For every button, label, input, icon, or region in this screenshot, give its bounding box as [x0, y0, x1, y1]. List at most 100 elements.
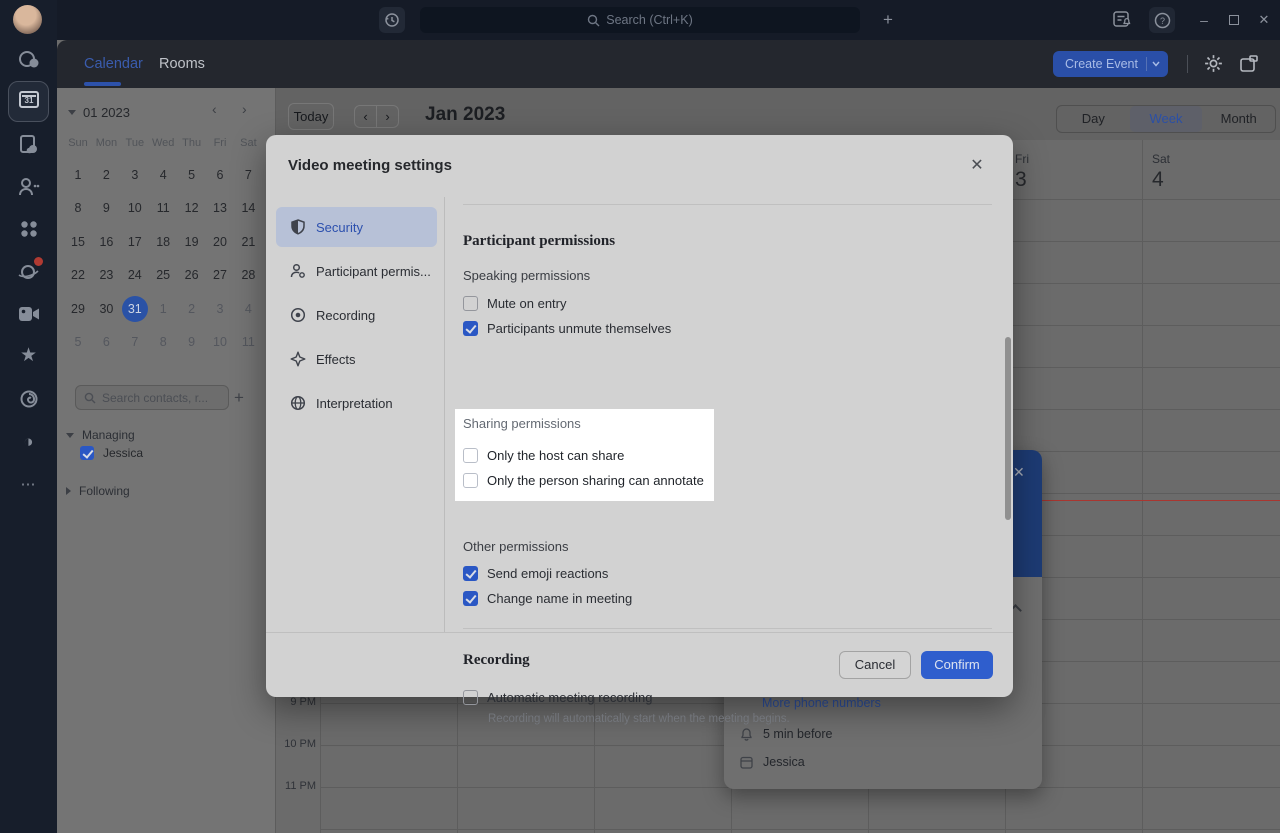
- date-cell[interactable]: 7: [234, 162, 262, 188]
- view-day[interactable]: Day: [1057, 106, 1130, 132]
- modal-nav-effects[interactable]: Effects: [276, 339, 437, 379]
- date-cell[interactable]: 12: [178, 195, 206, 221]
- date-cell[interactable]: 5: [64, 329, 92, 355]
- date-cell[interactable]: 30: [92, 296, 120, 322]
- popup-close-icon[interactable]: ✕: [1013, 464, 1025, 481]
- add-calendar-button[interactable]: +: [234, 388, 244, 408]
- jessica-checkbox[interactable]: [80, 446, 94, 460]
- more-phone-numbers-link[interactable]: More phone numbers: [762, 696, 881, 710]
- view-month[interactable]: Month: [1202, 106, 1275, 132]
- date-cell[interactable]: 3: [121, 162, 149, 188]
- global-search-input[interactable]: Search (Ctrl+K): [420, 7, 860, 33]
- modal-close-icon[interactable]: ✕: [966, 155, 988, 177]
- date-cell[interactable]: 11: [149, 195, 177, 221]
- help-button[interactable]: ?: [1149, 7, 1175, 33]
- only-the-person-sharing-can-annotate-checkbox[interactable]: [463, 473, 478, 488]
- create-event-button[interactable]: Create Event: [1053, 51, 1168, 77]
- date-cell[interactable]: 18: [149, 229, 177, 255]
- date-cell[interactable]: 25: [149, 262, 177, 288]
- tab-rooms[interactable]: Rooms: [159, 40, 205, 84]
- date-cell[interactable]: 27: [206, 262, 234, 288]
- selected-date[interactable]: 31: [122, 296, 148, 322]
- date-cell[interactable]: 7: [121, 329, 149, 355]
- date-cell[interactable]: 26: [178, 262, 206, 288]
- modal-nav-interpretation[interactable]: Interpretation: [276, 383, 437, 423]
- confirm-button[interactable]: Confirm: [921, 651, 993, 679]
- modal-nav-participant-permis-[interactable]: Participant permis...: [276, 251, 437, 291]
- close-icon[interactable]: ✕: [1250, 0, 1278, 40]
- date-cell[interactable]: 1: [64, 162, 92, 188]
- date-cell[interactable]: 6: [92, 329, 120, 355]
- date-cell[interactable]: 10: [206, 329, 234, 355]
- chevron-down-icon[interactable]: [1147, 60, 1165, 68]
- date-cell[interactable]: 21: [234, 229, 262, 255]
- side-panel-icon[interactable]: [1240, 55, 1258, 72]
- date-cell[interactable]: 23: [92, 262, 120, 288]
- group-following[interactable]: Following: [66, 484, 130, 498]
- history-button[interactable]: [379, 7, 405, 33]
- moments-icon[interactable]: [0, 256, 57, 286]
- participants-unmute-themselves-checkbox[interactable]: [463, 321, 478, 336]
- plus-icon[interactable]: +: [872, 0, 904, 40]
- date-cell[interactable]: 8: [149, 329, 177, 355]
- date-cell[interactable]: 31: [121, 296, 149, 322]
- workplace-icon[interactable]: [0, 214, 57, 244]
- date-cell[interactable]: 6: [206, 162, 234, 188]
- video-icon[interactable]: [0, 299, 57, 329]
- meetings-icon[interactable]: [0, 384, 57, 414]
- messenger-icon[interactable]: [0, 45, 57, 75]
- settings-gear-icon[interactable]: [1203, 53, 1224, 74]
- sidebar-item-calendar[interactable]: 31: [8, 81, 49, 122]
- today-button[interactable]: Today: [288, 103, 334, 130]
- cancel-button[interactable]: Cancel: [839, 651, 911, 679]
- contacts-icon[interactable]: [0, 172, 57, 202]
- date-cell[interactable]: 20: [206, 229, 234, 255]
- group-managing[interactable]: Managing: [66, 428, 135, 442]
- date-cell[interactable]: 10: [121, 195, 149, 221]
- date-cell[interactable]: 19: [178, 229, 206, 255]
- favorites-icon[interactable]: ★: [0, 341, 57, 371]
- date-cell[interactable]: 22: [64, 262, 92, 288]
- prev-week-button[interactable]: ‹: [355, 106, 377, 127]
- month-picker[interactable]: 01 2023: [68, 105, 130, 120]
- mute-on-entry-checkbox[interactable]: [463, 296, 478, 311]
- date-cell[interactable]: 15: [64, 229, 92, 255]
- date-cell[interactable]: 8: [64, 195, 92, 221]
- maximize-icon[interactable]: [1229, 15, 1239, 25]
- date-cell[interactable]: 5: [178, 162, 206, 188]
- announcement-icon[interactable]: [1113, 11, 1132, 29]
- date-cell[interactable]: 2: [178, 296, 206, 322]
- more-icon[interactable]: ⋯: [0, 470, 57, 500]
- only-the-host-can-share-checkbox[interactable]: [463, 448, 478, 463]
- date-cell[interactable]: 9: [178, 329, 206, 355]
- theme-icon[interactable]: ◑: [0, 427, 57, 457]
- date-cell[interactable]: 29: [64, 296, 92, 322]
- send-emoji-reactions-checkbox[interactable]: [463, 566, 478, 581]
- date-cell[interactable]: 2: [92, 162, 120, 188]
- date-cell[interactable]: 28: [234, 262, 262, 288]
- date-cell[interactable]: 9: [92, 195, 120, 221]
- date-cell[interactable]: 1: [149, 296, 177, 322]
- modal-scrollbar[interactable]: [1005, 337, 1011, 520]
- date-cell[interactable]: 4: [234, 296, 262, 322]
- next-week-button[interactable]: ›: [377, 106, 398, 127]
- modal-nav-security[interactable]: Security: [276, 207, 437, 247]
- change-name-in-meeting-checkbox[interactable]: [463, 591, 478, 606]
- tab-calendar[interactable]: Calendar: [84, 40, 143, 84]
- date-cell[interactable]: 14: [234, 195, 262, 221]
- date-cell[interactable]: 11: [234, 329, 262, 355]
- date-cell[interactable]: 24: [121, 262, 149, 288]
- calendar-item-jessica[interactable]: Jessica: [80, 446, 143, 460]
- date-cell[interactable]: 4: [149, 162, 177, 188]
- date-cell[interactable]: 16: [92, 229, 120, 255]
- docs-icon[interactable]: [0, 130, 57, 160]
- mini-prev-button[interactable]: ‹: [212, 101, 217, 117]
- date-cell[interactable]: 17: [121, 229, 149, 255]
- modal-nav-recording[interactable]: Recording: [276, 295, 437, 335]
- contact-search-input[interactable]: Search contacts, r...: [75, 385, 229, 410]
- date-cell[interactable]: 3: [206, 296, 234, 322]
- mini-next-button[interactable]: ›: [242, 101, 247, 117]
- avatar[interactable]: [13, 5, 42, 34]
- date-cell[interactable]: 13: [206, 195, 234, 221]
- view-week[interactable]: Week: [1130, 106, 1203, 132]
